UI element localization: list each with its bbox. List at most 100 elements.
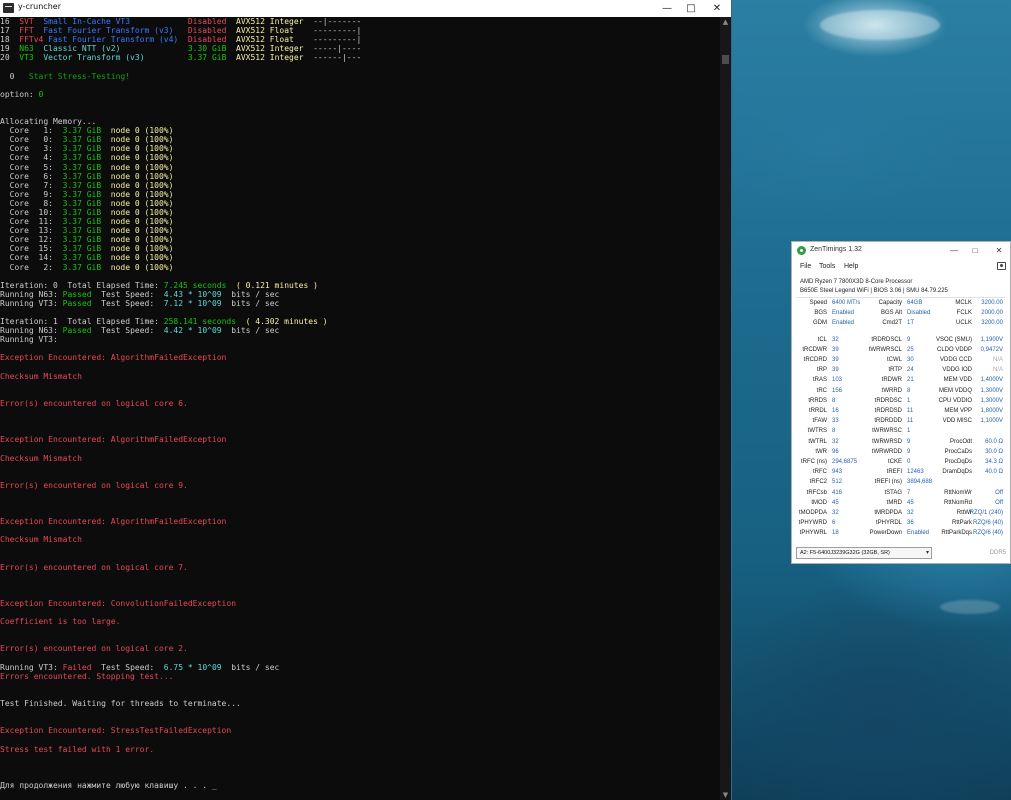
timing-label: DramDqDs [942, 469, 972, 476]
timing-label: tRDRDDD [874, 418, 902, 425]
console-text: AVX512 Float [236, 26, 314, 36]
console-text: ---------| [313, 35, 362, 45]
timing-value: RZQ/6 (40) [972, 530, 1003, 537]
console-text: Iteration: 1 Total Elapsed Time: [0, 317, 164, 327]
timing-value: 11 [907, 418, 914, 425]
console-text: node 0 (100%) [101, 135, 174, 145]
timing-value: 21 [907, 377, 914, 384]
board-info: B650E Steel Legend WiFi | BIOS 3.06 | SM… [800, 287, 948, 294]
console-text: Iteration: 0 Total Elapsed Time: [0, 280, 164, 290]
menu-tools[interactable]: Tools [819, 263, 835, 270]
console-text: Passed [62, 289, 92, 299]
console-text: 3.37 GiB [62, 144, 102, 154]
screenshot-icon[interactable] [997, 262, 1006, 270]
timing-label: tRRDS [808, 397, 827, 404]
console-text: node 0 (100%) [101, 189, 174, 199]
console-text: Classic NTT (v2) [43, 44, 188, 54]
zentimings-titlebar[interactable]: ZenTimings 1.32 — □ ✕ [792, 242, 1010, 259]
console-text: 3.37 GiB [62, 217, 102, 227]
maximize-button[interactable]: □ [679, 0, 703, 17]
console-text: FFT [19, 26, 44, 36]
console-text: Test Speed: [91, 298, 164, 308]
console-line: Iteration: 0 Total Elapsed Time: 7.245 s… [0, 281, 719, 290]
timing-row: tRFC (ns) 294,6875 tCKE 0 ProcDqDs 34.3 Ω [792, 459, 1010, 469]
timing-value: 7 [907, 489, 911, 496]
zen-minimize-button[interactable]: — [944, 244, 964, 257]
zentimings-window[interactable]: ZenTimings 1.32 — □ ✕ File Tools Help AM… [791, 241, 1011, 564]
timing-value: 1,4000V [980, 377, 1003, 384]
console-line: Core 11: 3.37 GiB node 0 (100%) [0, 217, 719, 226]
timing-value: 294,6875 [832, 459, 858, 465]
console-text: VT3 [19, 53, 44, 63]
console-line: Core 0: 3.37 GiB node 0 (100%) [0, 135, 719, 144]
console-text: bits / sec [221, 289, 280, 299]
timing-value: Enabled [832, 320, 855, 327]
console-text: Error(s) encountered on logical core 9. [0, 480, 188, 490]
console-output[interactable]: 16 SVT Small In-Cache VT3 Disabled AVX51… [0, 17, 719, 800]
console-text: 7.12 * 10^09 [163, 298, 222, 308]
console-text: Running VT3: [0, 662, 63, 672]
timing-row: tFAW 33 tRDRDDD 11 VDD MISC 1,1000V [792, 418, 1010, 428]
console-text: N63 [19, 44, 44, 54]
console-text: bits / sec [221, 298, 280, 308]
timing-value: 11 [907, 408, 914, 414]
timing-value: 60.0 Ω [985, 438, 1003, 445]
scroll-thumb[interactable] [722, 55, 729, 64]
console-line: Exception Encountered: AlgorithmFailedEx… [0, 517, 719, 526]
menu-file[interactable]: File [800, 263, 811, 270]
timing-row: tMODPDA 32 tMRDPDA 32 RttWr RZQ/1 (240) [792, 510, 1010, 520]
timing-value: 943 [832, 469, 843, 476]
terminal-window[interactable]: y-cruncher — □ ✕ 16 SVT Small In-Cache V… [0, 0, 732, 800]
chevron-down-icon: ▾ [925, 550, 929, 556]
console-text: Passed [62, 298, 92, 308]
console-line: Core 13: 3.37 GiB node 0 (100%) [0, 226, 719, 235]
timing-row: tRC 156 tWRRD 8 MEM VDDQ 1,3000V [792, 388, 1010, 398]
console-line: Test Finished. Waiting for threads to te… [0, 699, 719, 708]
console-text: Stress test failed with 1 error. [0, 744, 155, 754]
timing-label: tRAS [812, 377, 827, 384]
console-line: Core 6: 3.37 GiB node 0 (100%) [0, 172, 719, 181]
timing-label: tRCDRD [803, 357, 827, 363]
timing-label: tWTRL [808, 438, 827, 445]
timing-label: UCLK [955, 320, 972, 327]
timing-label: tPHYWRL [799, 530, 827, 537]
timing-value: 6 [832, 520, 836, 527]
timing-label: RttParkDqs [941, 530, 972, 537]
console-text: Exception Encountered: AlgorithmFailedEx… [0, 353, 227, 363]
timing-value: 32 [832, 336, 839, 343]
timing-label: VDDG CCD [939, 357, 972, 363]
console-line: Errors encountered. Stopping test... [0, 672, 719, 681]
console-text: 6.75 * 10^09 [163, 662, 222, 672]
timing-label: tWRRD [881, 387, 902, 394]
timing-label: tRDRDSD [874, 408, 902, 414]
scroll-up-arrow-icon[interactable]: ▲ [720, 17, 731, 27]
timing-value: 33 [832, 418, 839, 425]
zen-maximize-button[interactable]: □ [965, 244, 985, 257]
scroll-down-arrow-icon[interactable]: ▼ [720, 790, 731, 800]
dimm-select[interactable]: A2: F5-6400J3239G32G (32GB, SR) ▾ [796, 547, 932, 559]
timing-value: 64GB [907, 300, 923, 306]
console-text: Core 2: [0, 262, 63, 272]
timing-label: tRRDL [808, 408, 827, 414]
timing-label: tRDRDSC [874, 397, 902, 404]
timing-value: 9 [907, 438, 911, 445]
timing-label: tRTP [888, 367, 902, 374]
zen-close-button[interactable]: ✕ [989, 244, 1009, 257]
terminal-scrollbar[interactable]: ▲ ▼ [720, 17, 731, 800]
terminal-titlebar[interactable]: y-cruncher — □ ✕ [0, 0, 731, 17]
close-button[interactable]: ✕ [705, 0, 729, 17]
minimize-button[interactable]: — [655, 0, 679, 17]
console-line: Error(s) encountered on logical core 7. [0, 563, 719, 572]
console-text: Error(s) encountered on logical core 6. [0, 398, 188, 408]
timing-label: MCLK [955, 300, 972, 306]
menu-help[interactable]: Help [844, 263, 858, 270]
console-line: Error(s) encountered on logical core 2. [0, 644, 719, 653]
console-line: 18 FFTv4 Fast Fourier Transform (v4) Dis… [0, 35, 719, 44]
timing-value: 0 [907, 459, 911, 465]
timing-value: 3894,688 [907, 479, 933, 486]
